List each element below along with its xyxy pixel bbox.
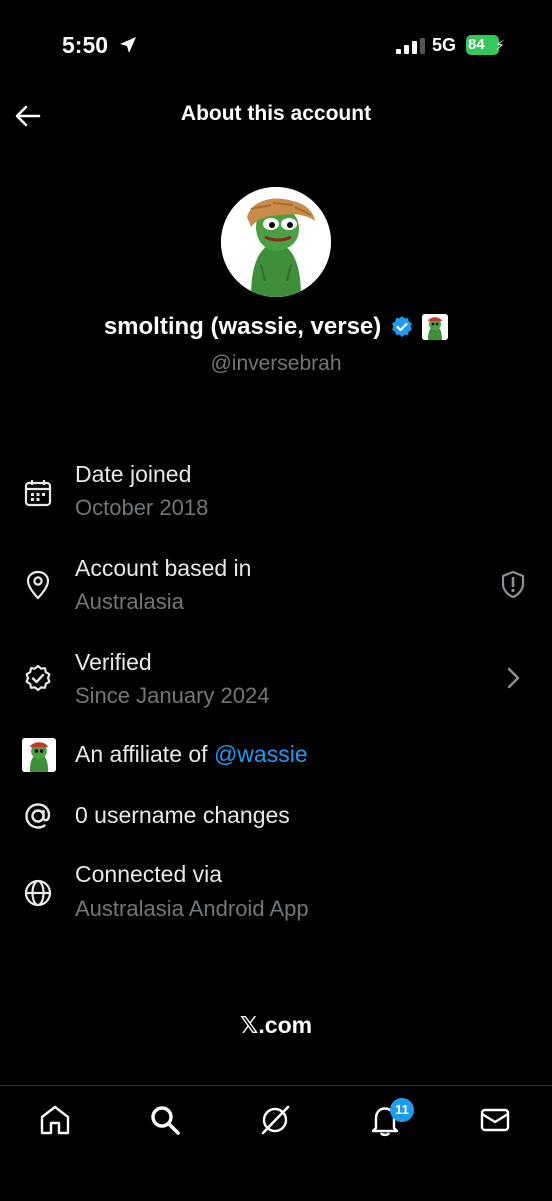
verified-check-icon	[25, 664, 51, 692]
info-row-date-joined: Date joined October 2018	[0, 455, 552, 525]
grok-icon[interactable]	[257, 1102, 293, 1138]
affiliate-link[interactable]: @wassie	[214, 741, 308, 767]
globe-icon	[24, 879, 52, 907]
info-row-affiliate: An affiliate of @wassie	[0, 736, 552, 776]
account-based-in-label: Account based in	[75, 555, 252, 581]
info-row-connected-via: Connected via Australasia Android App	[0, 857, 552, 927]
verified-badge-icon	[391, 316, 412, 337]
location-pin-icon	[26, 570, 50, 600]
search-icon[interactable]	[147, 1102, 183, 1138]
bottom-tab-bar: 11	[0, 1085, 552, 1201]
messages-icon[interactable]	[477, 1102, 513, 1138]
page-title: About this account	[180, 102, 372, 125]
battery-level: 84	[468, 36, 485, 53]
avatar[interactable]	[221, 187, 331, 297]
x-com-link[interactable]: 𝕏.com	[0, 1012, 552, 1039]
profile-handle: @inversebrah	[210, 352, 342, 375]
date-joined-value: October 2018	[75, 495, 209, 520]
home-icon[interactable]	[37, 1102, 73, 1138]
chevron-right-icon[interactable]	[498, 663, 528, 693]
connected-via-label: Connected via	[75, 861, 223, 887]
signal-icon	[396, 38, 425, 54]
charging-icon: ⚡	[495, 37, 505, 53]
connected-via-value: Australasia Android App	[75, 896, 309, 921]
info-row-account-based-in: Account based in Australasia	[0, 549, 552, 619]
battery-indicator: 84 ⚡	[466, 35, 505, 55]
network-label: 5G	[432, 35, 457, 55]
username-changes-label: 0 username changes	[75, 802, 290, 828]
affiliate-badge-image	[422, 314, 449, 340]
at-sign-icon	[25, 803, 51, 829]
display-name: smolting (wassie, verse)	[103, 313, 382, 340]
affiliate-text: An affiliate of @wassie	[75, 741, 308, 768]
verified-value: Since January 2024	[75, 683, 270, 708]
calendar-icon	[24, 480, 52, 507]
info-row-username-changes: 0 username changes	[0, 798, 552, 838]
shield-alert-icon[interactable]	[498, 569, 528, 599]
affiliate-avatar-image[interactable]	[22, 738, 56, 772]
page-header: About this account	[0, 90, 552, 145]
date-joined-label: Date joined	[75, 461, 192, 487]
status-time: 5:50	[62, 32, 109, 58]
status-bar: 5:50 5G 84 ⚡	[0, 0, 552, 90]
account-based-in-value: Australasia	[75, 589, 184, 614]
info-row-verified[interactable]: Verified Since January 2024	[0, 643, 552, 713]
frog-avatar-image	[221, 187, 331, 297]
display-name-row: smolting (wassie, verse)	[0, 313, 552, 341]
notification-count-badge: 11	[390, 1098, 414, 1122]
location-arrow-icon	[120, 37, 136, 53]
verified-label: Verified	[75, 649, 152, 675]
affiliate-prefix: An affiliate of	[75, 741, 214, 767]
